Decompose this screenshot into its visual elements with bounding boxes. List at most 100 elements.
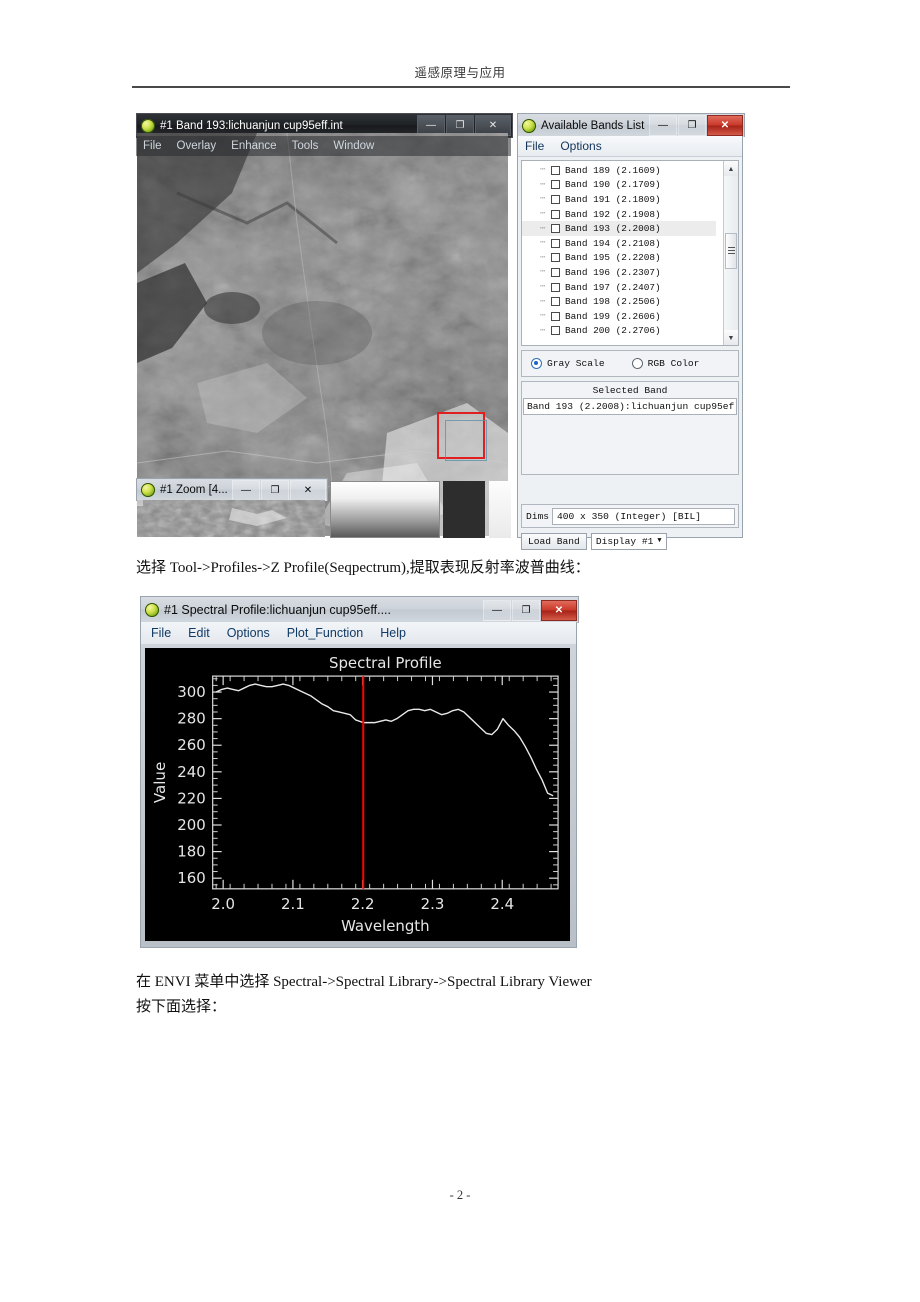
bands-list-scrollbar[interactable]: ▲ ▼ — [723, 161, 738, 345]
y-axis-tick-label: 200 — [177, 816, 205, 834]
close-icon[interactable]: ✕ — [541, 599, 577, 621]
menu-window[interactable]: Window — [333, 140, 374, 152]
close-icon[interactable]: ✕ — [707, 115, 743, 136]
menu-edit[interactable]: Edit — [188, 626, 210, 640]
maximize-icon[interactable]: ❐ — [678, 115, 706, 136]
chevron-down-icon: ▼ — [657, 537, 662, 545]
bands-list[interactable]: ┄ Band 189 (2.1609) ┄ Band 190 (2.1709) ┄ Ban… — [522, 163, 716, 345]
band-list-item[interactable]: ┄ Band 193 (2.2008) — [522, 221, 716, 236]
menu-file[interactable]: File — [151, 626, 171, 640]
rgb-color-label[interactable]: RGB Color — [648, 358, 700, 369]
display-select-value: Display #1 — [595, 535, 654, 547]
band-label: Band 194 (2.2108) — [565, 237, 661, 249]
zoom-window-titlebar: #1 Zoom [4... — ❐ ✕ — [136, 478, 328, 501]
scroll-down-arrow-icon[interactable]: ▼ — [724, 330, 738, 345]
y-axis-tick-label: 160 — [177, 869, 205, 887]
load-band-button[interactable]: Load Band — [521, 532, 587, 550]
menu-tools[interactable]: Tools — [292, 140, 319, 152]
tree-branch-icon: ┄ — [540, 165, 546, 176]
band-checkbox[interactable] — [551, 209, 560, 219]
image-display-window: #1 Band 193:lichuanjun cup95eff.int — ❐ … — [136, 113, 513, 538]
x-axis-tick-label: 2.4 — [490, 895, 514, 913]
zoom-window: #1 Zoom [4... — ❐ ✕ — [136, 478, 328, 538]
menu-file[interactable]: File — [525, 139, 544, 153]
gray-scale-label[interactable]: Gray Scale — [547, 358, 605, 369]
y-axis-tick-label: 260 — [177, 736, 205, 754]
zoom-image-canvas[interactable] — [137, 500, 325, 537]
x-axis-label: Wavelength — [341, 917, 430, 935]
scroll-up-arrow-icon[interactable]: ▲ — [724, 161, 738, 176]
band-list-item[interactable]: ┄ Band 199 (2.2606) — [522, 309, 716, 324]
band-checkbox[interactable] — [551, 311, 560, 321]
band-list-item[interactable]: ┄ Band 196 (2.2307) — [522, 265, 716, 280]
y-axis-tick-label: 240 — [177, 763, 205, 781]
dims-label: Dims — [526, 510, 550, 522]
band-checkbox[interactable] — [551, 238, 560, 248]
spectral-profile-chart[interactable]: Spectral Profile 160 180 200 220 240 260 280 300… — [145, 648, 570, 941]
tree-branch-icon: ┄ — [540, 267, 546, 278]
menu-options[interactable]: Options — [560, 139, 601, 153]
band-list-item[interactable]: ┄ Band 192 (2.1908) — [522, 207, 716, 222]
envi-app-icon — [522, 118, 536, 133]
band-checkbox[interactable] — [551, 253, 560, 263]
scrollbar-thumb[interactable] — [725, 233, 737, 269]
band-label: Band 198 (2.2506) — [565, 296, 661, 308]
bands-window-menubar: File Options — [518, 136, 742, 157]
tree-branch-icon: ┄ — [540, 238, 546, 249]
band-label: Band 199 (2.2606) — [565, 310, 661, 322]
tree-branch-icon: ┄ — [540, 282, 546, 293]
minimize-icon[interactable]: — — [649, 115, 677, 136]
bands-window-title: Available Bands List — [541, 119, 645, 132]
band-checkbox[interactable] — [551, 224, 560, 234]
band-checkbox[interactable] — [551, 267, 560, 277]
band-list-item[interactable]: ┄ Band 190 (2.1709) — [522, 178, 716, 193]
menu-plot-function[interactable]: Plot_Function — [287, 626, 363, 640]
menu-overlay[interactable]: Overlay — [177, 140, 217, 152]
display-select[interactable]: Display #1 ▼ — [590, 532, 667, 550]
menu-options[interactable]: Options — [227, 626, 270, 640]
band-list-item[interactable]: ┄ Band 189 (2.1609) — [522, 163, 716, 178]
band-list-item[interactable]: ┄ Band 191 (2.1809) — [522, 192, 716, 207]
minimize-icon[interactable]: — — [232, 479, 260, 501]
tree-branch-icon: ┄ — [540, 311, 546, 322]
bands-list-container[interactable]: ┄ Band 189 (2.1609) ┄ Band 190 (2.1709) ┄ Ban… — [521, 160, 739, 346]
light-strip — [489, 481, 511, 538]
gray-scale-radio[interactable] — [531, 358, 542, 369]
selected-band-value: Band 193 (2.2008):lichuanjun cup95ef — [523, 398, 737, 415]
band-list-item[interactable]: ┄ Band 200 (2.2706) — [522, 324, 716, 339]
minimize-icon[interactable]: — — [483, 599, 511, 621]
tree-branch-icon: ┄ — [540, 296, 546, 307]
maximize-icon[interactable]: ❐ — [512, 599, 540, 621]
menu-file[interactable]: File — [143, 140, 162, 152]
band-checkbox[interactable] — [551, 326, 560, 336]
band-checkbox[interactable] — [551, 194, 560, 204]
band-list-item[interactable]: ┄ Band 198 (2.2506) — [522, 294, 716, 309]
close-icon[interactable]: ✕ — [290, 479, 326, 501]
x-axis-tick-label: 2.3 — [421, 895, 445, 913]
menu-enhance[interactable]: Enhance — [231, 140, 276, 152]
envi-app-icon — [145, 603, 159, 617]
histogram-strip — [330, 481, 440, 538]
band-checkbox[interactable] — [551, 297, 560, 307]
bands-action-row: Load Band Display #1 ▼ — [521, 532, 739, 550]
band-checkbox[interactable] — [551, 282, 560, 292]
x-axis-tick-label: 2.1 — [281, 895, 305, 913]
band-label: Band 193 (2.2008) — [565, 223, 661, 235]
y-axis-tick-label: 300 — [177, 683, 205, 701]
band-list-item[interactable]: ┄ Band 194 (2.2108) — [522, 236, 716, 251]
band-label: Band 190 (2.1709) — [565, 179, 661, 191]
maximize-icon[interactable]: ❐ — [261, 479, 289, 501]
menu-help[interactable]: Help — [380, 626, 406, 640]
selected-band-title: Selected Band — [592, 385, 668, 396]
band-checkbox[interactable] — [551, 180, 560, 190]
display-image-canvas[interactable] — [137, 133, 508, 536]
spectral-window-title: #1 Spectral Profile:lichuanjun cup95eff.… — [164, 603, 391, 617]
band-list-item[interactable]: ┄ Band 197 (2.2407) — [522, 280, 716, 295]
available-bands-list-window: Available Bands List — ❐ ✕ File Options … — [517, 113, 745, 550]
band-checkbox[interactable] — [551, 165, 560, 175]
rgb-color-radio[interactable] — [631, 358, 643, 369]
dims-panel: Dims 400 x 350 (Integer) [BIL] — [521, 504, 739, 528]
y-axis-tick-label: 220 — [177, 789, 205, 807]
band-list-item[interactable]: ┄ Band 195 (2.2208) — [522, 251, 716, 266]
display-window-menubar: File Overlay Enhance Tools Window — [136, 136, 511, 156]
